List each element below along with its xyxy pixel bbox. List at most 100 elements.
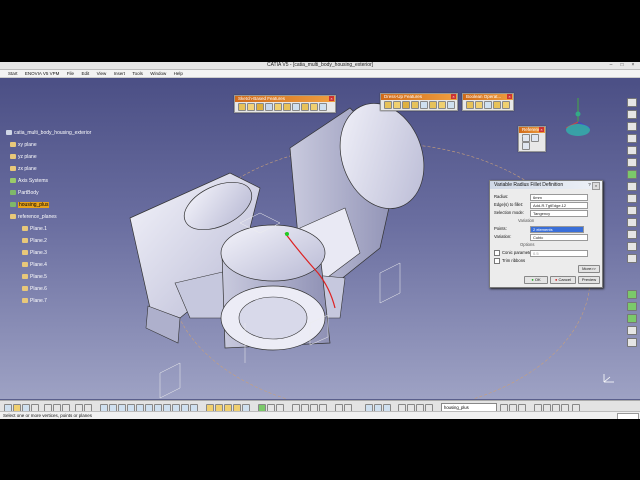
- right-tool-10[interactable]: [627, 206, 637, 215]
- tree-plane-6[interactable]: Plane.6: [22, 286, 47, 293]
- draft-icon[interactable]: [401, 101, 410, 109]
- menu-enovia[interactable]: ENOVIA V5 VPM: [22, 70, 63, 77]
- propagation-select[interactable]: Tangency: [530, 210, 588, 217]
- plane-tool-icon[interactable]: [521, 142, 530, 150]
- line-icon[interactable]: [530, 134, 539, 142]
- fillet-icon[interactable]: [383, 101, 392, 109]
- menu-view[interactable]: View: [94, 70, 110, 77]
- cancel-button[interactable]: ● Cancel: [550, 276, 576, 284]
- radius-input[interactable]: 6mm: [530, 194, 588, 201]
- conic-input[interactable]: 0.5: [530, 250, 588, 257]
- window-title: CATIA V5 - [catia_multi_body_housing_ext…: [266, 62, 374, 68]
- tree-reference-planes[interactable]: reference_planes: [10, 214, 57, 221]
- right-tool-4[interactable]: [627, 134, 637, 143]
- tree-root[interactable]: catia_multi_body_housing_exterior: [6, 130, 91, 137]
- conic-parameter-row: Conic parameter:: [494, 250, 534, 256]
- pocket-icon[interactable]: [246, 103, 255, 111]
- reference-toolbar[interactable]: Reference ... ×: [518, 126, 546, 152]
- intersect-icon[interactable]: [492, 101, 501, 109]
- right-tool-9[interactable]: [627, 194, 637, 203]
- chamfer-icon[interactable]: [392, 101, 401, 109]
- menu-edit[interactable]: Edit: [78, 70, 92, 77]
- shaft-icon[interactable]: [255, 103, 264, 111]
- right-tool-15[interactable]: [627, 290, 637, 299]
- right-tool-13[interactable]: [627, 242, 637, 251]
- trim-ribbons-row: Trim ribbons: [494, 258, 525, 264]
- loft-icon[interactable]: [309, 103, 318, 111]
- rib-icon[interactable]: [282, 103, 291, 111]
- minimize-button[interactable]: –: [606, 62, 616, 69]
- right-tool-2[interactable]: [627, 110, 637, 119]
- preview-button[interactable]: Preview: [578, 276, 600, 284]
- thread-icon[interactable]: [428, 101, 437, 109]
- assemble-icon[interactable]: [465, 101, 474, 109]
- right-tool-5[interactable]: [627, 146, 637, 155]
- dress-up-toolbar[interactable]: Dress-Up Features ×: [380, 93, 458, 111]
- dialog-close-button[interactable]: ×: [592, 182, 600, 190]
- tree-zx-plane[interactable]: zx plane: [10, 166, 37, 173]
- slot-icon[interactable]: [291, 103, 300, 111]
- stiffener-icon[interactable]: [300, 103, 309, 111]
- variation-select[interactable]: Cubic: [530, 234, 588, 241]
- right-tool-1[interactable]: [627, 98, 637, 107]
- right-tool-16[interactable]: [627, 302, 637, 311]
- menu-tools[interactable]: Tools: [129, 70, 146, 77]
- trim-checkbox[interactable]: [494, 258, 500, 264]
- menu-start[interactable]: Start: [0, 70, 21, 77]
- boolean-toolbar[interactable]: Boolean Operat... ×: [462, 93, 514, 111]
- right-tool-11[interactable]: [627, 218, 637, 227]
- tree-xy-plane[interactable]: xy plane: [10, 142, 37, 149]
- shell-icon[interactable]: [410, 101, 419, 109]
- right-tool-6[interactable]: [627, 158, 637, 167]
- groove-icon[interactable]: [264, 103, 273, 111]
- right-tool-14[interactable]: [627, 254, 637, 263]
- right-tool-12[interactable]: [627, 230, 637, 239]
- compass-icon[interactable]: [560, 94, 596, 142]
- thickness-icon[interactable]: [419, 101, 428, 109]
- close-icon[interactable]: ×: [507, 94, 512, 99]
- right-tool-18[interactable]: [627, 326, 637, 335]
- right-tool-8[interactable]: [627, 182, 637, 191]
- edges-input[interactable]: Add-R.TgtEdge.12: [530, 202, 588, 209]
- close-button[interactable]: ×: [628, 62, 638, 69]
- replace-face-icon[interactable]: [446, 101, 455, 109]
- menu-insert[interactable]: Insert: [111, 70, 128, 77]
- tree-yz-plane[interactable]: yz plane: [10, 154, 37, 161]
- right-tool-3[interactable]: [627, 122, 637, 131]
- tree-plane-2[interactable]: Plane.2: [22, 238, 47, 245]
- conic-checkbox[interactable]: [494, 250, 500, 256]
- tree-plane-5[interactable]: Plane.5: [22, 274, 47, 281]
- menu-help[interactable]: Help: [171, 70, 186, 77]
- points-input[interactable]: 2 elements: [530, 226, 584, 233]
- tree-plane-1[interactable]: Plane.1: [22, 226, 47, 233]
- tree-partbody[interactable]: PartBody: [10, 190, 39, 197]
- add-icon[interactable]: [474, 101, 483, 109]
- close-icon[interactable]: ×: [451, 94, 456, 99]
- hole-icon[interactable]: [273, 103, 282, 111]
- tree-plane-3[interactable]: Plane.3: [22, 250, 47, 257]
- pad-icon[interactable]: [237, 103, 246, 111]
- right-tool-19[interactable]: [627, 338, 637, 347]
- tree-axis-systems[interactable]: Axis Systems: [10, 178, 48, 185]
- remove-loft-icon[interactable]: [318, 103, 327, 111]
- menu-window[interactable]: Window: [147, 70, 169, 77]
- center-bore: [238, 296, 308, 340]
- right-tool-7[interactable]: [627, 170, 637, 179]
- remove-icon[interactable]: [483, 101, 492, 109]
- ok-button[interactable]: ● OK: [524, 276, 548, 284]
- dialog-title-bar[interactable]: Variable Radius Fillet Definition? ×: [490, 181, 602, 190]
- union-trim-icon[interactable]: [501, 101, 510, 109]
- more-button[interactable]: More>>: [578, 265, 600, 273]
- variable-radius-fillet-dialog[interactable]: Variable Radius Fillet Definition? × Radi…: [489, 180, 603, 288]
- tree-plane-4[interactable]: Plane.4: [22, 262, 47, 269]
- fillet-point-1[interactable]: [285, 232, 289, 236]
- sketch-based-toolbar[interactable]: Sketch-Based Features ×: [234, 95, 336, 113]
- close-icon[interactable]: ×: [539, 127, 544, 132]
- close-icon[interactable]: ×: [329, 96, 334, 101]
- menu-file[interactable]: File: [64, 70, 77, 77]
- remove-face-icon[interactable]: [437, 101, 446, 109]
- right-tool-17[interactable]: [627, 314, 637, 323]
- tree-plane-7[interactable]: Plane.7: [22, 298, 47, 305]
- maximize-button[interactable]: □: [617, 62, 627, 69]
- tree-housing-plus[interactable]: housing_plus: [10, 202, 50, 209]
